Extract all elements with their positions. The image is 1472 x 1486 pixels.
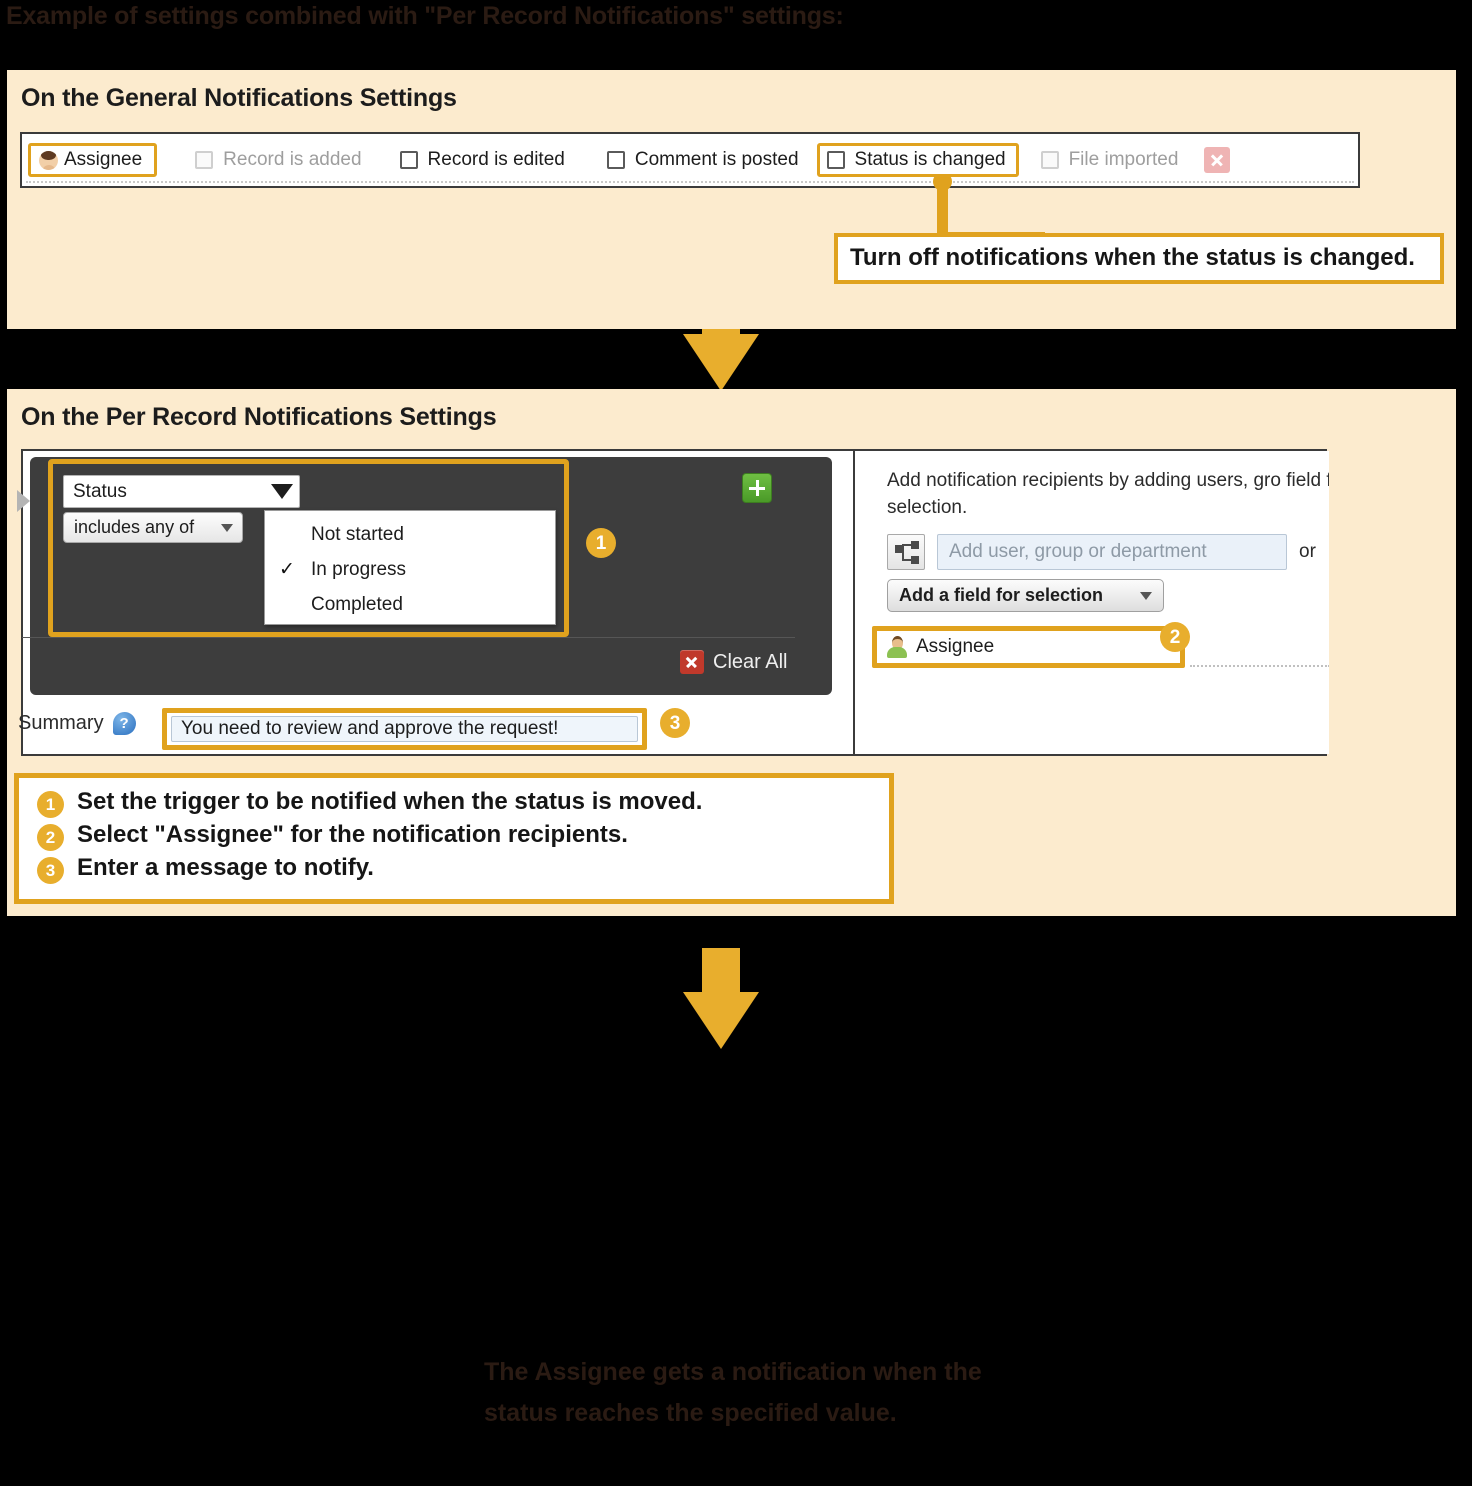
recipients-panel: Add notification recipients by adding us…	[853, 451, 1329, 754]
check-icon: ✓	[279, 559, 295, 580]
checkbox-record-is-added[interactable]: Record is added	[195, 149, 362, 171]
org-tree-icon[interactable]	[887, 534, 925, 570]
checkbox-box-icon[interactable]	[399, 151, 418, 169]
clear-x-icon	[680, 650, 704, 674]
dropdown-option-in-progress[interactable]: ✓ In progress	[265, 552, 555, 587]
checkbox-box-icon[interactable]	[195, 151, 214, 169]
checkbox-label: Comment is posted	[634, 149, 799, 170]
chevron-down-icon	[1140, 591, 1152, 600]
step-badge-1: 1	[586, 528, 616, 558]
clear-all-label: Clear All	[713, 650, 788, 673]
assignee-chip-label: Assignee	[64, 149, 143, 170]
summary-input[interactable]: You need to review and approve the reque…	[171, 716, 638, 742]
summary-label: Summary	[18, 712, 104, 734]
instruction-text-3: Enter a message to notify.	[77, 854, 374, 881]
dropdown-option-label: In progress	[311, 558, 407, 580]
flow-arrow-down-2	[683, 948, 759, 1049]
condition-field-value: Status	[73, 480, 127, 502]
arrow-head	[683, 992, 759, 1049]
user-avatar-icon	[39, 150, 58, 170]
per-record-panel-title: On the Per Record Notifications Settings	[21, 403, 497, 431]
status-callout-text: Turn off notifications when the status i…	[850, 244, 1415, 271]
arrow-head	[683, 334, 759, 391]
add-field-for-selection-button[interactable]: Add a field for selection	[887, 579, 1164, 612]
plus-icon[interactable]	[742, 473, 772, 503]
checkbox-label: Status is changed	[854, 149, 1006, 170]
instruction-item: 1 Set the trigger to be notified when th…	[37, 788, 889, 818]
checkbox-file-imported[interactable]: File imported	[1040, 149, 1179, 171]
checkbox-status-is-changed[interactable]: Status is changed	[816, 143, 1019, 177]
general-notifications-widget: Assignee Record is added Record is edite…	[20, 132, 1360, 188]
chevron-down-icon	[271, 484, 293, 499]
checkbox-box-icon[interactable]	[606, 151, 625, 169]
bottom-note: The Assignee gets a notification when th…	[484, 1358, 982, 1427]
condition-group-pointer-icon	[17, 490, 30, 512]
condition-field-select[interactable]: Status	[63, 475, 300, 508]
checkbox-record-is-edited[interactable]: Record is edited	[399, 149, 565, 171]
notification-options-row: Assignee Record is added Record is edite…	[22, 134, 1358, 186]
instruction-item: 3 Enter a message to notify.	[37, 854, 889, 884]
checkbox-label: Record is edited	[427, 149, 565, 170]
assignee-chip[interactable]: Assignee	[28, 143, 158, 177]
instruction-badge-2: 2	[37, 824, 64, 851]
recipients-input-line: Add user, group or department or	[887, 534, 1316, 570]
page-root: Example of settings combined with "Per R…	[0, 0, 1472, 1486]
condition-operator-select[interactable]: includes any of	[63, 512, 243, 543]
instructions-box: 1 Set the trigger to be notified when th…	[14, 773, 894, 904]
step-badge-3: 3	[660, 708, 690, 738]
condition-operator-value: includes any of	[74, 517, 195, 537]
recipients-description: Add notification recipients by adding us…	[887, 470, 1329, 518]
general-panel-title: On the General Notifications Settings	[21, 84, 457, 112]
instruction-text-1: Set the trigger to be notified when the …	[77, 788, 703, 815]
checkbox-comment-is-posted[interactable]: Comment is posted	[606, 149, 799, 171]
dropdown-option-not-started[interactable]: Not started	[265, 517, 555, 552]
checkbox-box-icon[interactable]	[1040, 151, 1059, 169]
recipient-search-input[interactable]: Add user, group or department	[937, 534, 1287, 570]
recipient-row-divider	[1190, 665, 1329, 667]
recipient-assignee-row[interactable]: Assignee	[872, 626, 1185, 668]
help-question-icon[interactable]: ?	[112, 712, 136, 735]
step-badge-2: 2	[1160, 622, 1190, 652]
add-field-label: Add a field for selection	[899, 585, 1104, 605]
condition-panel-divider	[22, 637, 795, 638]
dropdown-option-label: Not started	[311, 523, 404, 545]
clear-all-button[interactable]: Clear All	[680, 650, 787, 674]
user-avatar-green-icon	[886, 636, 908, 658]
status-callout: Turn off notifications when the status i…	[834, 233, 1444, 284]
delete-x-icon[interactable]	[1204, 147, 1231, 173]
dropdown-option-completed[interactable]: Completed	[265, 587, 555, 622]
dropdown-option-label: Completed	[311, 593, 403, 615]
general-notifications-section: On the General Notifications Settings As…	[7, 70, 1456, 329]
instruction-item: 2 Select "Assignee" for the notification…	[37, 821, 889, 851]
summary-row: Summary ?	[18, 712, 136, 735]
chevron-down-icon	[221, 523, 233, 532]
instruction-text-2: Select "Assignee" for the notification r…	[77, 821, 628, 848]
page-title: Example of settings combined with "Per R…	[6, 2, 844, 30]
or-label: or	[1299, 541, 1316, 562]
arrow-stem	[702, 948, 740, 996]
status-options-dropdown[interactable]: Not started ✓ In progress Completed	[264, 510, 556, 625]
instruction-badge-1: 1	[37, 791, 64, 818]
checkbox-box-icon[interactable]	[826, 151, 845, 169]
row-divider	[26, 181, 1354, 183]
checkbox-label: File imported	[1068, 149, 1179, 170]
instruction-badge-3: 3	[37, 857, 64, 884]
checkbox-label: Record is added	[223, 149, 362, 170]
recipient-assignee-label: Assignee	[916, 636, 995, 657]
